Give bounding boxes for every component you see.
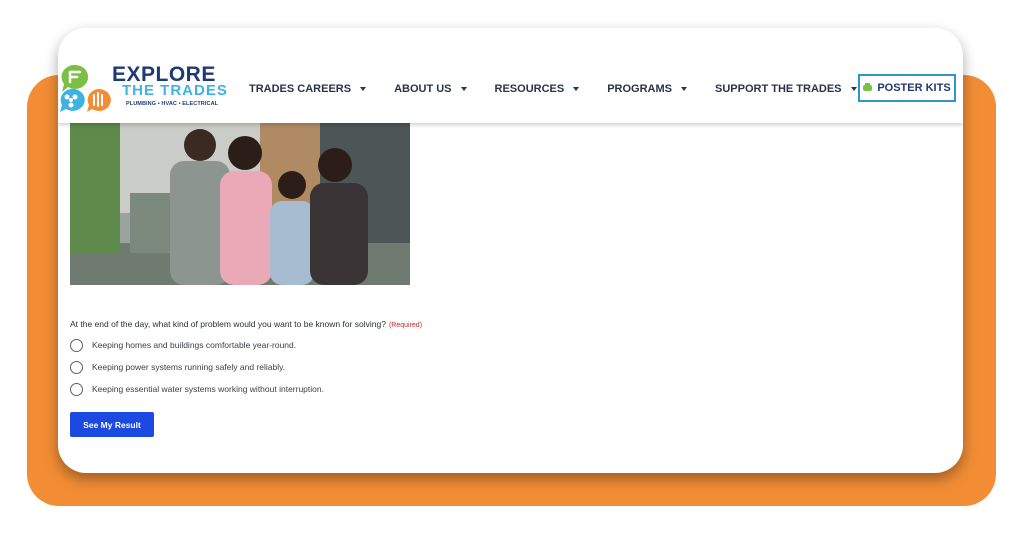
nav-item-trades-careers[interactable]: TRADES CAREERS xyxy=(249,82,367,96)
chevron-down-icon xyxy=(681,87,687,91)
radio-button[interactable] xyxy=(70,338,83,352)
nav-item-resources[interactable]: RESOURCES xyxy=(495,82,580,96)
radio-button[interactable] xyxy=(70,360,83,374)
answer-option-electrical[interactable]: Keeping power systems running safely and… xyxy=(70,360,285,374)
nav-item-label: PROGRAMS xyxy=(607,83,672,95)
nav-item-label: TRADES CAREERS xyxy=(249,83,352,95)
browser-card: EXPLORE THE TRADES PLUMBING • HVAC • ELE… xyxy=(58,28,963,473)
answer-option-plumbing[interactable]: Keeping essential water systems working … xyxy=(70,382,324,396)
chevron-down-icon xyxy=(573,87,580,91)
nav-item-about-us[interactable]: ABOUT US xyxy=(394,82,467,96)
chevron-down-icon xyxy=(850,87,857,91)
quiz-question-text: At the end of the day, what kind of prob… xyxy=(70,319,386,329)
poster-kits-button[interactable]: POSTER KITS xyxy=(858,74,956,102)
chevron-down-icon xyxy=(460,87,467,91)
radio-button[interactable] xyxy=(70,382,83,396)
answer-option-label: Keeping essential water systems working … xyxy=(92,384,324,394)
main-nav: TRADES CAREERS ABOUT US RESOURCES PROGRA… xyxy=(249,82,885,96)
poster-kit-icon xyxy=(863,83,873,91)
site-logo[interactable]: EXPLORE THE TRADES PLUMBING • HVAC • ELE… xyxy=(58,63,228,113)
logo-icon xyxy=(60,64,111,112)
nav-item-label: RESOURCES xyxy=(494,83,565,95)
nav-item-support-the-trades[interactable]: SUPPORT THE TRADES xyxy=(715,82,857,96)
site-header: EXPLORE THE TRADES PLUMBING • HVAC • ELE… xyxy=(58,28,963,123)
answer-option-label: Keeping power systems running safely and… xyxy=(92,362,286,372)
poster-kits-label: POSTER KITS xyxy=(877,82,951,94)
logo-subtitle: THE TRADES xyxy=(122,82,228,99)
required-label: (Required) xyxy=(388,322,423,329)
chevron-down-icon xyxy=(360,87,367,91)
quiz-question: At the end of the day, what kind of prob… xyxy=(70,319,422,329)
answer-option-label: Keeping homes and buildings comfortable … xyxy=(92,340,297,350)
nav-item-programs[interactable]: PROGRAMS xyxy=(607,82,687,96)
answer-option-hvac[interactable]: Keeping homes and buildings comfortable … xyxy=(70,338,296,352)
see-my-result-button[interactable]: See My Result xyxy=(70,412,154,437)
nav-item-label: ABOUT US xyxy=(394,83,452,95)
nav-item-label: SUPPORT THE TRADES xyxy=(715,83,842,95)
family-hero-image xyxy=(70,123,410,285)
logo-tagline: PLUMBING • HVAC • ELECTRICAL xyxy=(126,101,219,107)
